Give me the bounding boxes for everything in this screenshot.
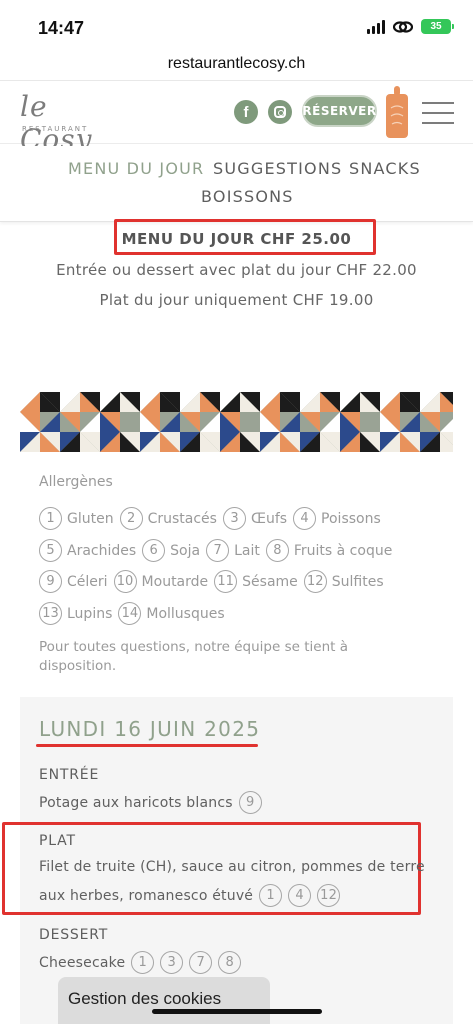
allergen-item: 1 Gluten	[39, 507, 114, 530]
allergen-item: 11 Sésame	[214, 570, 298, 593]
allergen-name: Lupins	[67, 605, 113, 622]
allergen-number: 7	[206, 539, 230, 562]
allergen-number: 10	[113, 570, 137, 593]
allergen-item: 3 Œufs	[222, 507, 288, 530]
logo-subtext: RESTAURANT	[22, 125, 89, 133]
allergen-name: Soja	[170, 542, 201, 559]
plat-dish-name-cont: aux herbes, romanesco étuvé	[39, 887, 254, 904]
status-bar: 14:47 35	[0, 0, 473, 48]
allergen-badge: 8	[218, 951, 242, 974]
allergen-number: 1	[39, 507, 62, 530]
allergen-badge: 7	[189, 951, 213, 974]
allergen-item: 10 Moutarde	[113, 570, 209, 593]
cutting-board-icon[interactable]	[386, 86, 408, 138]
allergen-name: Céleri	[67, 573, 108, 590]
plat-label: PLAT	[39, 833, 76, 849]
allergen-number: 13	[39, 602, 62, 625]
home-indicator	[152, 1009, 322, 1014]
reserve-button[interactable]: RÉSERVER	[302, 95, 377, 127]
allergen-number: 4	[293, 507, 317, 530]
allergen-badge: 9	[238, 791, 262, 814]
status-icons: 35	[367, 19, 454, 34]
allergen-badge: 12	[317, 884, 341, 907]
allergen-name: Poissons	[321, 510, 381, 527]
allergen-item: 12 Sulfites	[303, 570, 384, 593]
allergen-number: 14	[118, 602, 142, 625]
menu-option-2: Plat du jour uniquement CHF 19.00	[99, 291, 374, 309]
logo[interactable]: le Cosy RESTAURANT	[20, 90, 120, 156]
allergen-item: 2 Crustacés	[119, 507, 217, 530]
dessert-label: DESSERT	[39, 927, 109, 943]
allergen-badge: 1	[131, 951, 155, 974]
allergen-item: 9 Céleri	[39, 570, 108, 593]
battery-level: 35	[430, 21, 442, 32]
entree-dish: Potage aux haricots blancs 9	[39, 791, 262, 814]
allergen-name: Mollusques	[146, 605, 225, 622]
allergen-name: Sésame	[242, 573, 298, 590]
allergen-item: 4 Poissons	[293, 507, 381, 530]
day-title: LUNDI 16 JUIN 2025	[39, 717, 261, 741]
allergen-number: 3	[222, 507, 246, 530]
allergen-name: Lait	[234, 542, 260, 559]
allergen-item: 6 Soja	[142, 539, 200, 562]
entree-dish-name: Potage aux haricots blancs	[39, 794, 233, 811]
allergen-number: 12	[303, 570, 327, 593]
allergen-number: 2	[119, 507, 143, 530]
allergen-number: 8	[265, 539, 289, 562]
allergens-note: Pour toutes questions, notre équipe se t…	[39, 639, 348, 674]
menu-option-1: Entrée ou dessert avec plat du jour CHF …	[56, 261, 417, 279]
dessert-dish: Cheesecake 1 3 7 8	[39, 951, 242, 974]
allergen-badge: 3	[160, 951, 184, 974]
hamburger-menu-icon[interactable]	[422, 102, 454, 124]
allergen-name: Sulfites	[331, 573, 384, 590]
url-text: restaurantlecosy.ch	[167, 55, 306, 72]
status-time: 14:47	[38, 18, 85, 38]
decorative-tile-strip	[20, 392, 453, 452]
annotation-box	[114, 219, 376, 255]
allergen-name: Crustacés	[147, 510, 217, 527]
plat-dish-line1: Filet de truite (CH), sauce au citron, p…	[39, 859, 425, 875]
allergen-item: 14 Mollusques	[118, 602, 225, 625]
allergen-name: Fruits à coque	[293, 542, 393, 559]
site-header: le Cosy RESTAURANT f RÉSERVER	[0, 82, 473, 156]
entree-label: ENTRÉE	[39, 767, 100, 783]
tab-suggestions[interactable]: SUGGESTIONS	[213, 159, 342, 178]
annotation-underline	[36, 744, 258, 747]
link-icon	[393, 20, 413, 33]
allergen-name: Œufs	[250, 510, 288, 527]
allergen-name: Moutarde	[141, 573, 209, 590]
cellular-signal-icon	[367, 19, 385, 34]
allergen-name: Gluten	[67, 510, 114, 527]
address-bar[interactable]: restaurantlecosy.ch	[0, 48, 473, 81]
tab-snacks[interactable]: SNACKS	[349, 159, 421, 178]
plat-dish-name: Filet de truite (CH), sauce au citron, p…	[39, 859, 425, 875]
allergen-item: 8 Fruits à coque	[265, 539, 393, 562]
allergen-row: 1 Gluten 2 Crustacés 3 Œufs 4 Poissons	[39, 507, 387, 530]
allergen-number: 5	[39, 539, 62, 562]
allergen-number: 9	[39, 570, 62, 593]
allergen-number: 6	[142, 539, 166, 562]
allergen-row: 13 Lupins 14 Mollusques	[39, 602, 231, 625]
allergen-item: 13 Lupins	[39, 602, 112, 625]
allergen-number: 11	[214, 570, 238, 593]
allergen-item: 5 Arachides	[39, 539, 136, 562]
allergens-title: Allergènes	[39, 474, 113, 490]
battery-icon: 35	[421, 19, 454, 34]
allergen-row: 9 Céleri 10 Moutarde 11 Sésame 12 Sulfites	[39, 570, 390, 593]
instagram-icon[interactable]	[268, 100, 292, 124]
tab-boissons[interactable]: BOISSONS	[201, 187, 294, 206]
cookie-settings-button[interactable]: Gestion des cookies	[58, 977, 270, 1024]
allergen-row: 5 Arachides 6 Soja 7 Lait 8 Fruits à coque	[39, 539, 398, 562]
plat-dish-line2: aux herbes, romanesco étuvé 1 4 12	[39, 884, 341, 907]
tab-menu-du-jour[interactable]: MENU DU JOUR	[68, 159, 204, 178]
allergen-badge: 4	[288, 884, 312, 907]
dessert-dish-name: Cheesecake	[39, 954, 126, 971]
allergen-name: Arachides	[67, 542, 137, 559]
allergen-badge: 1	[259, 884, 283, 907]
facebook-icon[interactable]: f	[234, 100, 258, 124]
allergen-item: 7 Lait	[206, 539, 260, 562]
menu-tabs: MENU DU JOUR SUGGESTIONS SNACKS BOISSONS	[0, 146, 473, 222]
